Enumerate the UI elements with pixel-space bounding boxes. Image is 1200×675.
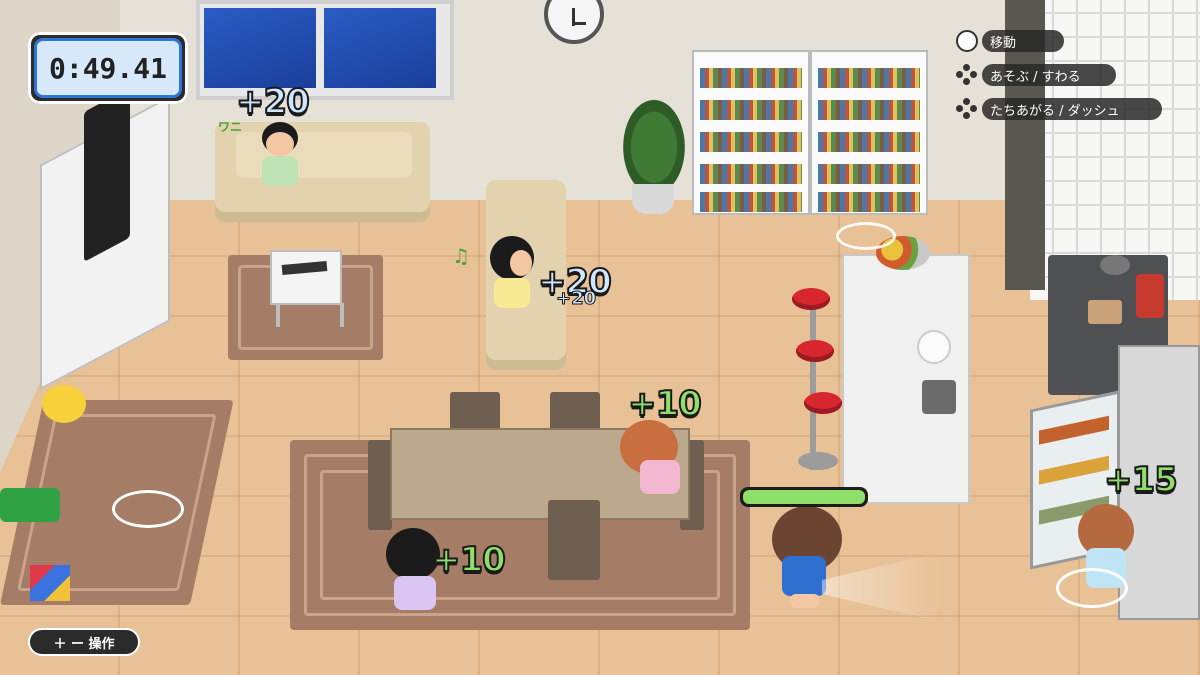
- circle-button-icon: [956, 30, 978, 52]
- score-popup-sofa: +20: [235, 81, 311, 123]
- dining-chair-back-2[interactable]: [550, 392, 600, 432]
- toy-train-icon[interactable]: [0, 488, 60, 522]
- bookshelf-right: [810, 50, 928, 215]
- timer-value: 0:49.41: [34, 38, 182, 98]
- dining-chair-front-2[interactable]: [548, 500, 600, 580]
- score-popup-fridge: +15: [1103, 459, 1179, 501]
- pot-icon: [1100, 255, 1130, 275]
- player-energy-bar: [740, 487, 868, 507]
- bar-stool-1[interactable]: [792, 288, 830, 310]
- kid-armchair-face: [510, 250, 532, 276]
- countdown-timer: 0:49.41: [28, 32, 188, 104]
- bar-stool-2[interactable]: [796, 340, 834, 362]
- window-pane-right: [324, 8, 436, 88]
- kid-sofa-body[interactable]: [262, 156, 298, 186]
- kid-armchair-body[interactable]: [494, 278, 530, 308]
- dining-chair-back-1[interactable]: [450, 392, 500, 432]
- interaction-spot-ring[interactable]: [1056, 568, 1128, 608]
- control-label-play-sit: あそぶ / すわる: [982, 64, 1116, 86]
- interaction-spot-ring[interactable]: [836, 222, 896, 250]
- interaction-spot-ring[interactable]: [112, 490, 184, 528]
- cutting-board-icon: [1088, 300, 1122, 324]
- coffee-table-legs: [276, 303, 344, 327]
- living-room-window: [196, 0, 454, 100]
- mug-icon[interactable]: [922, 380, 956, 414]
- controls-help-button[interactable]: ＋ ー 操作: [28, 628, 140, 656]
- bookshelf-left: [692, 50, 810, 215]
- control-label-move: 移動: [982, 30, 1064, 52]
- music-note-icon: ♫: [452, 244, 470, 268]
- player-legs: [790, 594, 820, 608]
- dining-chair-left[interactable]: [368, 440, 392, 530]
- dpad-icon: [956, 64, 978, 86]
- coffee-maker-icon: [1136, 274, 1164, 318]
- toy-chick-icon[interactable]: [42, 385, 86, 423]
- bar-stool-3[interactable]: [804, 392, 842, 414]
- dpad-icon: [956, 98, 978, 120]
- kitchen-island: [842, 254, 970, 504]
- player-body[interactable]: [782, 556, 826, 596]
- controls-panel: 移動 あそぶ / すわる たちあがる / ダッシュ: [956, 30, 1166, 130]
- plates-icon: [917, 330, 951, 364]
- score-popup-table: +10: [627, 383, 703, 425]
- kid-sofa-face: [266, 132, 294, 156]
- score-popup-armchair-small: +20: [555, 288, 597, 310]
- coffee-table: [270, 250, 342, 305]
- toy-blocks-icon[interactable]: [30, 565, 70, 601]
- window-pane-left: [204, 8, 316, 88]
- television[interactable]: [84, 87, 130, 262]
- potted-plant-icon: [618, 92, 690, 184]
- player-energy-fill: [743, 490, 865, 504]
- game-scene: ワニ ♫ +20 +20 +20 +10 +10 +15 0:49.41 移動 …: [0, 0, 1200, 675]
- control-label-stand-dash: たちあがる / ダッシュ: [982, 98, 1162, 120]
- kid-front-body[interactable]: [394, 576, 436, 610]
- stool-base: [798, 452, 838, 470]
- stool-pole: [810, 300, 816, 470]
- kid-table-pink-body[interactable]: [640, 460, 680, 494]
- score-popup-front: +10: [431, 539, 507, 581]
